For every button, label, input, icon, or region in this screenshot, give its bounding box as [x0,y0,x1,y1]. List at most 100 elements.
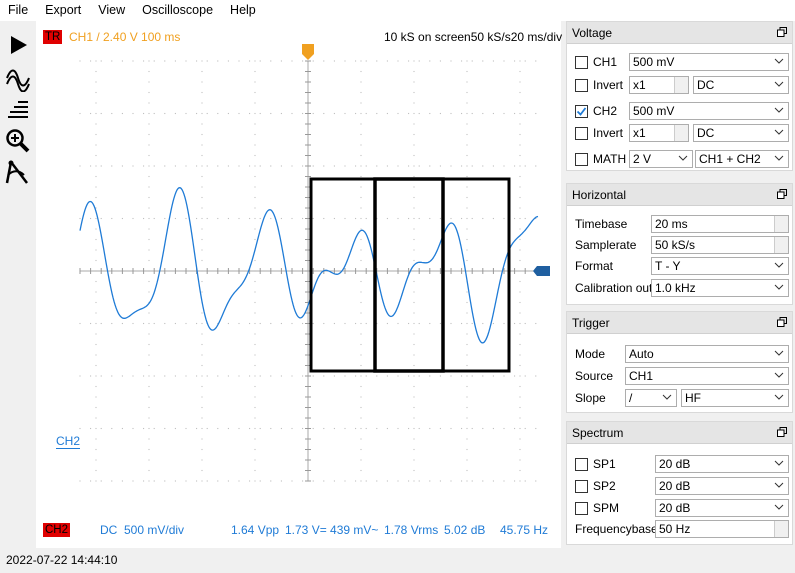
grid-dot [466,364,468,367]
grid-dot [174,217,176,220]
grid-dot [196,217,198,220]
grid-dot [492,217,494,220]
scope-canvas[interactable] [36,21,561,548]
grid-dot [254,60,256,62]
ch2-marker-label[interactable]: CH2 [56,434,81,449]
grid-dot [95,417,97,419]
trigger-source-select[interactable]: CH1 [625,367,789,385]
sp1-gain-select[interactable]: 20 dB [655,455,789,473]
horizontal-header: Horizontal [567,184,792,206]
grid-dot [360,301,362,304]
chevron-down-icon [774,155,784,161]
grid-dot [90,217,92,220]
grid-dot [413,280,415,283]
spm-gain-select[interactable]: 20 dB [655,499,789,517]
spinner-arrows-icon[interactable] [674,125,688,141]
chevron-down-icon [774,350,784,356]
grid-dot [201,385,203,388]
ch2-gain-select[interactable]: 500 mV [629,102,789,120]
grid-dot [514,322,516,325]
grid-dot [466,207,468,209]
grid-dot [95,196,97,199]
grid-dot [344,322,346,325]
frequencybase-spinbox[interactable]: 50 Hz [655,520,789,538]
grid-dot [121,322,123,325]
ch2-offset-marker[interactable] [533,266,550,276]
format-select[interactable]: T - Y [651,257,789,275]
grid-dot [471,217,473,220]
grid-dot [524,165,526,167]
grid-dot [514,375,516,377]
sp2-gain-select[interactable]: 20 dB [655,477,789,495]
measure-cursor-icon[interactable] [3,157,33,187]
sp2-checkbox[interactable] [575,479,588,493]
grid-dot [143,165,145,167]
grid-dot [254,385,256,388]
ch1-checkbox[interactable] [575,55,588,69]
timebase-spinbox[interactable]: 20 ms [651,215,789,233]
grid-dot [111,165,113,167]
grid-dot [280,427,282,430]
zoom-icon[interactable] [3,126,33,156]
spinner-arrows-icon[interactable] [774,216,788,232]
grid-dot [413,459,415,461]
grid-dot [79,60,81,62]
math-checkbox[interactable] [575,152,588,166]
invert1-coupling-select[interactable]: DC [693,76,789,94]
grid-dot [79,322,81,325]
invert2-checkbox[interactable] [575,126,588,140]
grid-dot [413,333,415,335]
sp1-checkbox[interactable] [575,457,588,471]
menu-export[interactable]: Export [37,0,90,21]
grid-dot [466,396,468,398]
spinner-arrows-icon[interactable] [774,521,788,537]
float-icon[interactable] [777,317,787,327]
spm-checkbox[interactable] [575,501,588,515]
trigger-position-marker[interactable] [302,44,314,60]
menu-oscilloscope[interactable]: Oscilloscope [134,0,222,21]
grid-dot [201,91,203,94]
grid-dot [121,165,123,167]
trigger-slope-label: Slope [575,391,606,405]
float-icon[interactable] [777,189,787,199]
float-icon[interactable] [777,27,787,37]
grid-dot [413,133,415,136]
grid-dot [365,165,367,167]
math-mode-select[interactable]: CH1 + CH2 [695,150,789,168]
ch1-gain-select[interactable]: 500 mV [629,53,789,71]
grid-dot [201,333,203,335]
spinner-arrows-icon[interactable] [774,237,788,253]
trigger-filter-select[interactable]: HF [681,389,789,407]
menu-file[interactable]: File [0,0,37,21]
grid-dot [519,385,521,388]
grid-dot [201,238,203,241]
spinner-arrows-icon[interactable] [674,77,688,93]
filter-lines-icon[interactable] [3,95,33,125]
scope-display[interactable]: TR CH1 / 2.40 V 100 ms 10 kS on screen50… [36,21,562,548]
grid-dot [270,375,272,377]
grid-dot [148,448,150,451]
grid-dot [519,144,521,146]
grid-dot [95,322,97,325]
waveform-icon[interactable] [3,65,33,95]
menu-view[interactable]: View [90,0,134,21]
invert2-multiplier-spinbox[interactable]: x1 [629,124,689,142]
invert1-checkbox[interactable] [575,78,588,92]
math-gain-select[interactable]: 2 V [629,150,693,168]
grid-dot [254,448,256,451]
run-icon[interactable] [3,30,33,60]
float-icon[interactable] [777,427,787,437]
ch2-checkbox[interactable] [575,104,588,118]
calibration-select[interactable]: 1.0 kHz [651,279,789,297]
menu-help[interactable]: Help [222,0,265,21]
samplerate-spinbox[interactable]: 50 kS/s [651,236,789,254]
grid-dot [376,427,378,430]
invert1-multiplier-spinbox[interactable]: x1 [629,76,689,94]
invert1-coupling-value: DC [697,78,715,92]
trigger-mode-select[interactable]: Auto [625,345,789,363]
trigger-slope-select[interactable]: / [625,389,677,407]
grid-dot [365,60,367,62]
invert2-coupling-select[interactable]: DC [693,124,789,142]
grid-dot [333,427,335,430]
spectrum-title: Spectrum [572,426,624,440]
